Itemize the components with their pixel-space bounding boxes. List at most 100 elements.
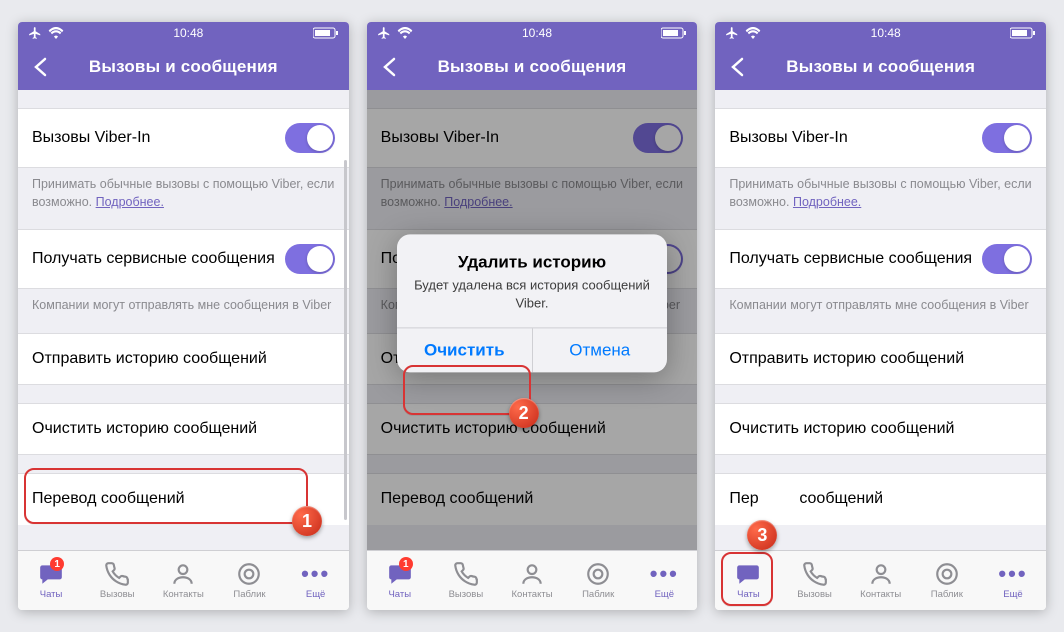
learn-more-link[interactable]: Подробнее. xyxy=(96,195,164,209)
row-send-history[interactable]: Отправить историю сообщений xyxy=(715,333,1046,385)
row-label-partial-left: Пер xyxy=(729,490,758,508)
row-label: Очистить историю сообщений xyxy=(32,420,257,438)
screenshot-3: 10:48 Вызовы и сообщения Вызовы Viber-In… xyxy=(715,22,1046,610)
row-viber-in[interactable]: Вызовы Viber-In xyxy=(18,108,349,168)
contacts-icon xyxy=(868,561,894,587)
toggle-service-messages[interactable] xyxy=(285,244,335,274)
more-icon: ••• xyxy=(650,561,679,587)
callout-box-3 xyxy=(721,552,773,606)
status-bar: 10:48 xyxy=(715,22,1046,44)
header-bar: Вызовы и сообщения xyxy=(18,44,349,90)
row-clear-history[interactable]: Очистить историю сообщений xyxy=(18,403,349,455)
tab-calls[interactable]: Вызовы xyxy=(84,551,150,610)
row-send-history[interactable]: Отправить историю сообщений xyxy=(18,333,349,385)
public-icon xyxy=(236,561,262,587)
battery-icon xyxy=(313,27,339,39)
toggle-viber-in[interactable] xyxy=(285,123,335,153)
alert-title: Удалить историю xyxy=(413,252,651,272)
alert-cancel-button[interactable]: Отмена xyxy=(532,328,668,372)
toggle-viber-in[interactable] xyxy=(982,123,1032,153)
tab-bar: 1 Чаты Вызовы Контакты Паблик ••• Ещё xyxy=(367,550,698,610)
tab-label: Вызовы xyxy=(449,589,484,600)
row-label: Вызовы Viber-In xyxy=(381,129,499,147)
tab-bar: 1 Чаты Вызовы Контакты Паблик ••• Ещё xyxy=(18,550,349,610)
row-label: Отправить историю сообщений xyxy=(32,350,267,368)
tab-public[interactable]: Паблик xyxy=(565,551,631,610)
calls-icon xyxy=(104,561,130,587)
contacts-icon xyxy=(170,561,196,587)
tab-more[interactable]: ••• Ещё xyxy=(283,551,349,610)
tab-label: Чаты xyxy=(388,589,411,600)
tab-chats[interactable]: 1 Чаты xyxy=(367,551,433,610)
row-label-partial-right: сообщений xyxy=(799,490,883,508)
tab-contacts[interactable]: Контакты xyxy=(499,551,565,610)
status-time: 10:48 xyxy=(871,26,901,40)
row-label: Очистить историю сообщений xyxy=(381,420,606,438)
row-label: Очистить историю сообщений xyxy=(729,420,954,438)
battery-icon xyxy=(661,27,687,39)
tab-calls[interactable]: Вызовы xyxy=(781,551,847,610)
toggle-service-messages[interactable] xyxy=(982,244,1032,274)
status-time: 10:48 xyxy=(173,26,203,40)
viber-in-note: Принимать обычные вызовы с помощью Viber… xyxy=(18,168,349,229)
scrollbar-indicator xyxy=(344,160,347,520)
row-service-messages[interactable]: Получать сервисные сообщения xyxy=(18,229,349,289)
row-label: Вызовы Viber-In xyxy=(729,129,847,147)
tab-label: Ещё xyxy=(1003,589,1022,600)
toggle-viber-in xyxy=(633,123,683,153)
service-note: Компании могут отправлять мне сообщения … xyxy=(18,289,349,333)
page-title: Вызовы и сообщения xyxy=(377,57,688,77)
row-label: Отправить историю сообщений xyxy=(729,350,964,368)
row-label: Получать сервисные сообщения xyxy=(32,250,279,268)
tab-chats[interactable]: 1 Чаты xyxy=(18,551,84,610)
tab-label: Контакты xyxy=(860,589,901,600)
tab-label: Ещё xyxy=(655,589,674,600)
row-translation[interactable]: Пер сообщений xyxy=(715,473,1046,525)
tab-label: Паблик xyxy=(233,589,265,600)
battery-icon xyxy=(1010,27,1036,39)
row-label: Получать сервисные сообщения xyxy=(729,250,976,268)
alert-message: Будет удалена вся история сообщений Vibe… xyxy=(413,276,651,311)
tab-public[interactable]: Паблик xyxy=(914,551,980,610)
status-bar: 10:48 xyxy=(367,22,698,44)
row-label: Перевод сообщений xyxy=(381,490,534,508)
settings-content: Вызовы Viber-In Принимать обычные вызовы… xyxy=(715,90,1046,550)
learn-more-link[interactable]: Подробнее. xyxy=(793,195,861,209)
tab-calls[interactable]: Вызовы xyxy=(433,551,499,610)
tab-label: Вызовы xyxy=(797,589,832,600)
airplane-mode-icon xyxy=(28,26,42,40)
row-viber-in[interactable]: Вызовы Viber-In xyxy=(715,108,1046,168)
header-bar: Вызовы и сообщения xyxy=(715,44,1046,90)
tab-label: Паблик xyxy=(582,589,614,600)
page-title: Вызовы и сообщения xyxy=(725,57,1036,77)
header-bar: Вызовы и сообщения xyxy=(367,44,698,90)
tab-more[interactable]: ••• Ещё xyxy=(631,551,697,610)
tab-label: Контакты xyxy=(512,589,553,600)
wifi-icon xyxy=(745,27,761,39)
screenshot-1: 10:48 Вызовы и сообщения Вызовы Viber-In… xyxy=(18,22,349,610)
tab-public[interactable]: Паблик xyxy=(216,551,282,610)
tab-label: Контакты xyxy=(163,589,204,600)
service-note: Компании могут отправлять мне сообщения … xyxy=(715,289,1046,333)
tab-contacts[interactable]: Контакты xyxy=(150,551,216,610)
tab-label: Вызовы xyxy=(100,589,135,600)
public-icon xyxy=(934,561,960,587)
callout-box-1 xyxy=(24,468,308,524)
step-badge-2: 2 xyxy=(509,398,539,428)
more-icon: ••• xyxy=(301,561,330,587)
tab-label: Ещё xyxy=(306,589,325,600)
tab-contacts[interactable]: Контакты xyxy=(848,551,914,610)
row-clear-history[interactable]: Очистить историю сообщений xyxy=(715,403,1046,455)
status-time: 10:48 xyxy=(522,26,552,40)
step-badge-1: 1 xyxy=(292,506,322,536)
row-translation: Перевод сообщений xyxy=(367,473,698,525)
tab-more[interactable]: ••• Ещё xyxy=(980,551,1046,610)
tab-label: Паблик xyxy=(931,589,963,600)
settings-content: Вызовы Viber-In Принимать обычные вызовы… xyxy=(18,90,349,550)
calls-icon xyxy=(802,561,828,587)
row-service-messages[interactable]: Получать сервисные сообщения xyxy=(715,229,1046,289)
public-icon xyxy=(585,561,611,587)
contacts-icon xyxy=(519,561,545,587)
more-icon: ••• xyxy=(998,561,1027,587)
viber-in-note: Принимать обычные вызовы с помощью Viber… xyxy=(715,168,1046,229)
